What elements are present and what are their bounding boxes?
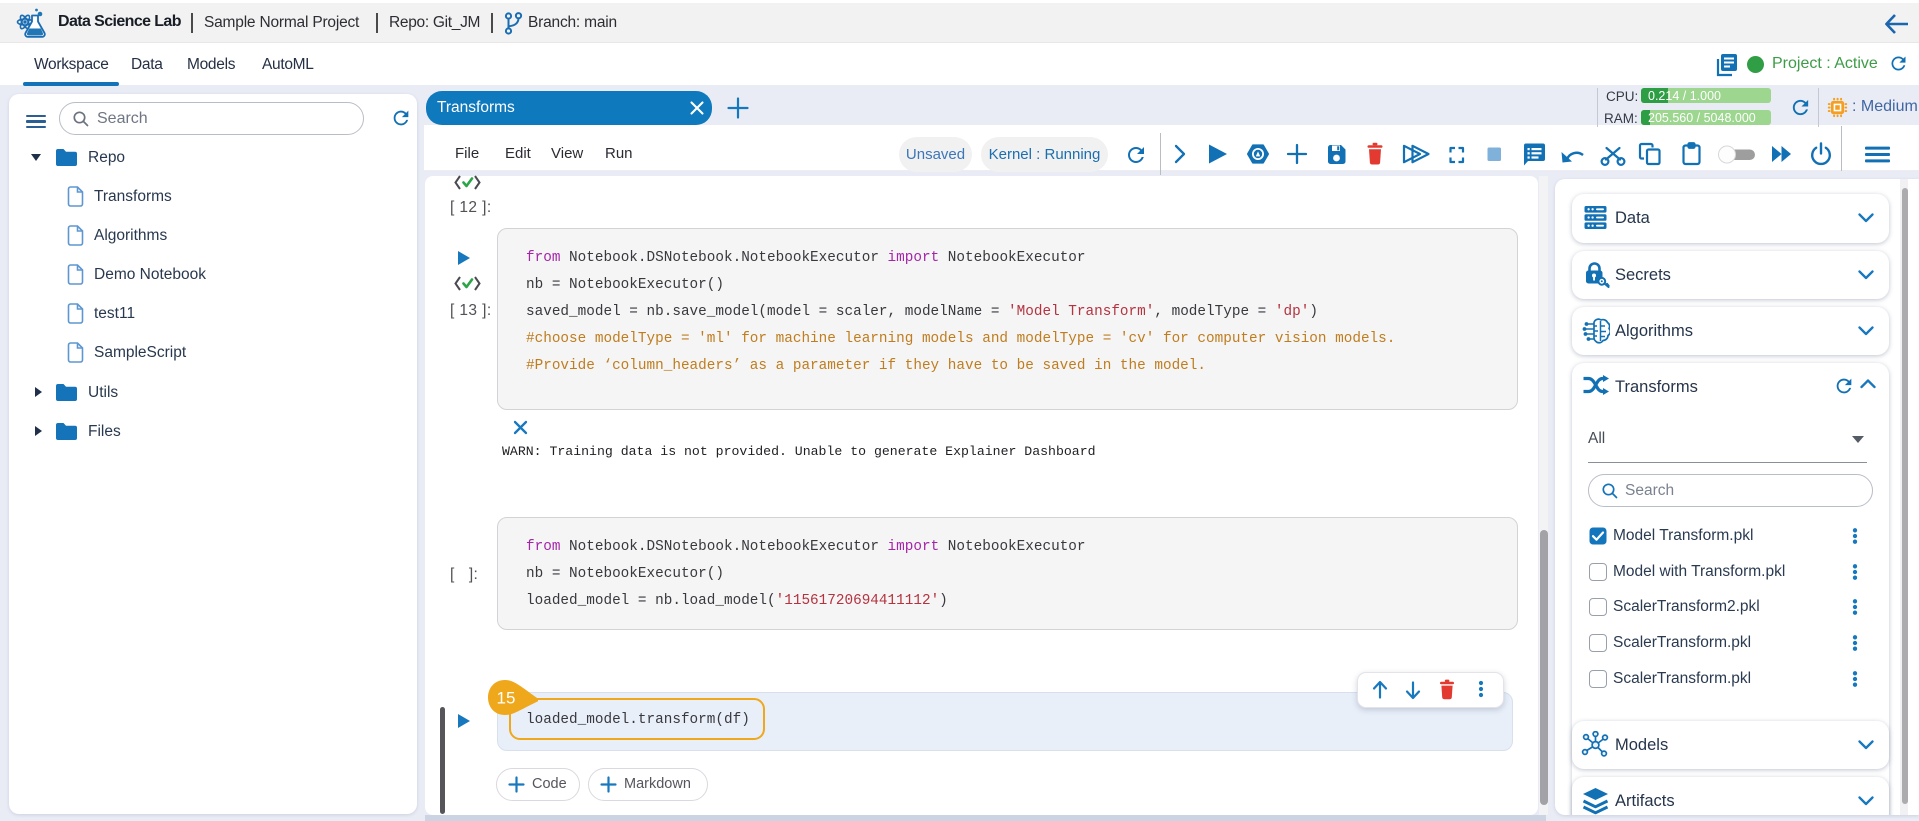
svg-text:15: 15 (497, 689, 516, 708)
